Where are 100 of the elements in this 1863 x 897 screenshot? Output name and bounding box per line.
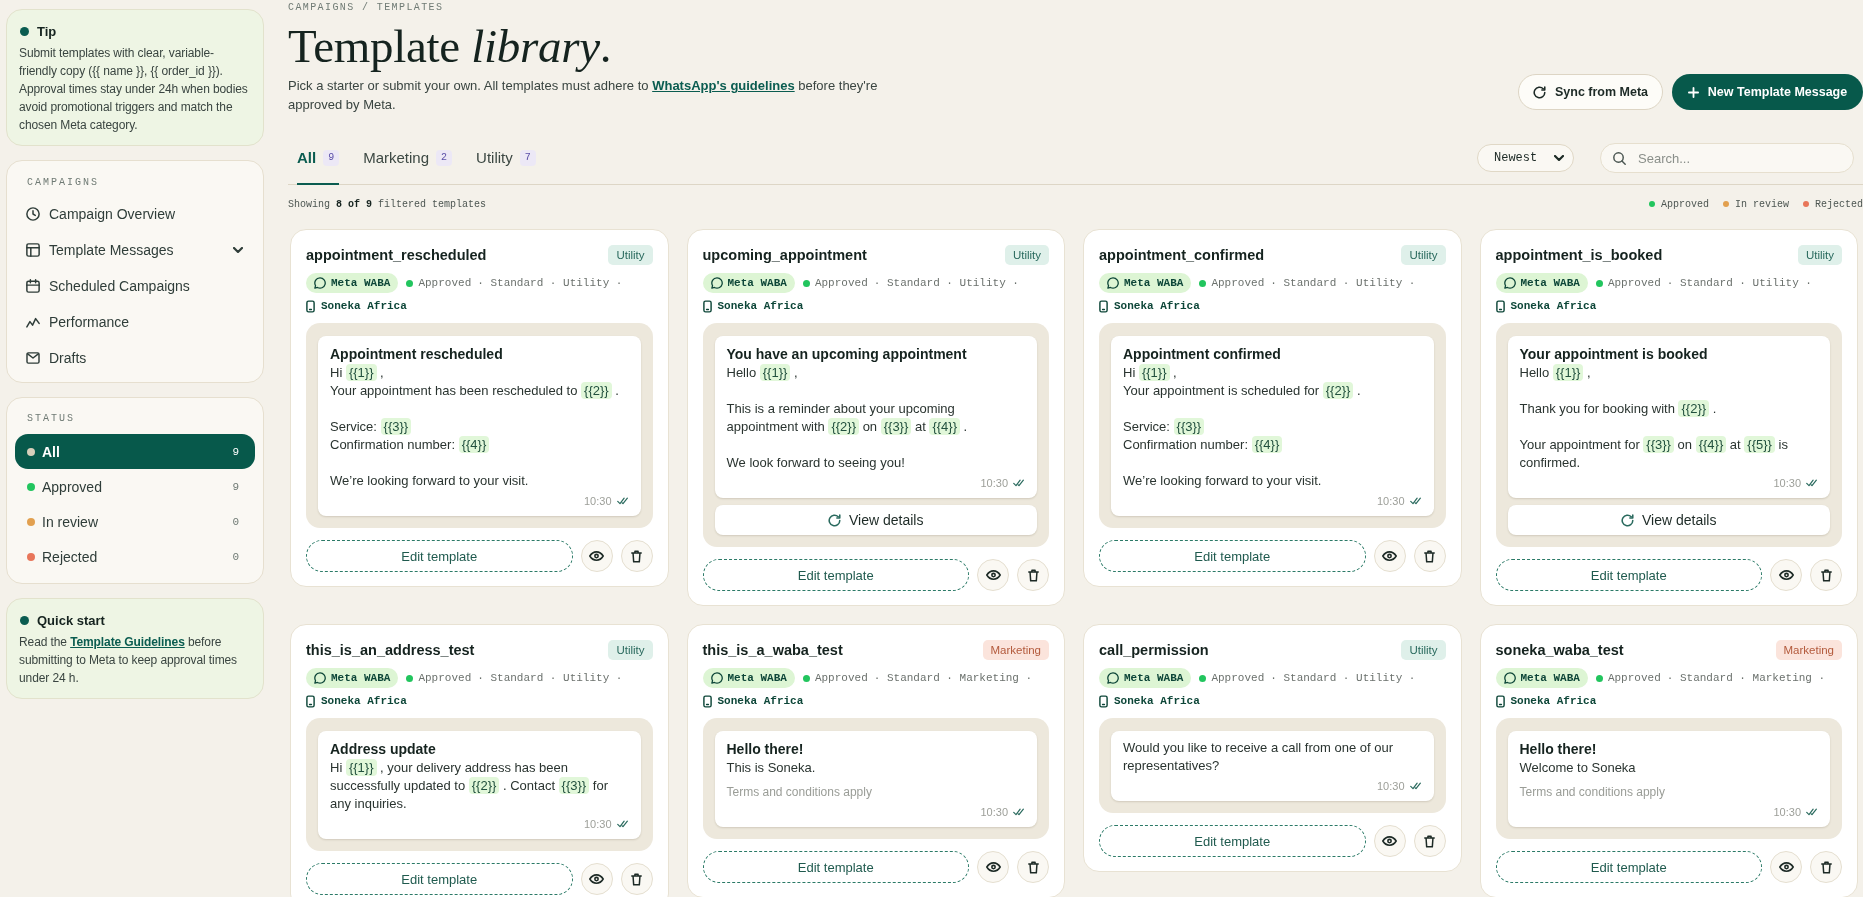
guidelines-link[interactable]: WhatsApp's guidelines [652, 78, 795, 93]
variable-chip: {{1}} [1552, 364, 1584, 381]
message-header: Your appointment is booked [1519, 345, 1709, 364]
variable-chip: {{4}} [1695, 436, 1727, 453]
delete-button[interactable] [1017, 559, 1049, 591]
message-text: Service: {{3}} [330, 418, 629, 436]
status-filter[interactable]: Approved 9 [15, 469, 255, 504]
nav-item[interactable]: Scheduled Campaigns [7, 268, 263, 304]
sync-button[interactable]: Sync from Meta [1518, 74, 1663, 110]
search-field[interactable]: Search... [1600, 143, 1854, 173]
new-template-button[interactable]: New Template Message [1672, 74, 1863, 110]
preview-button[interactable] [580, 540, 613, 572]
nav-item[interactable]: Template Messages [7, 232, 263, 268]
delete-button[interactable] [1810, 559, 1842, 591]
message-footer: Terms and conditions apply [726, 783, 1025, 801]
view-details-button[interactable]: View details [1507, 505, 1830, 535]
status-label: Approved [1607, 672, 1661, 684]
category-tag: Marketing [982, 640, 1049, 660]
template-details: · Standard · Utility · [873, 277, 1019, 289]
legend-label: Approved [1660, 198, 1709, 210]
tab[interactable]: All 9 [297, 132, 340, 185]
nav-item[interactable]: Drafts [7, 340, 263, 376]
category-tag: Utility [608, 640, 653, 660]
channel-name: Meta WABA [1124, 277, 1184, 289]
status-filter[interactable]: Rejected 0 [15, 539, 255, 574]
template-name: appointment_is_booked [1495, 247, 1663, 263]
tab[interactable]: Marketing 2 [363, 132, 453, 185]
delete-button[interactable] [620, 540, 653, 572]
delete-button[interactable] [1810, 851, 1842, 883]
delete-button[interactable] [1413, 825, 1446, 857]
message-text: We’re looking forward to your visit. [330, 472, 530, 490]
status-count: 9 [232, 480, 239, 493]
double-check-icon [616, 820, 629, 828]
status-label: Approved [418, 277, 472, 289]
nav-item[interactable]: Performance [7, 304, 263, 340]
section-heading: CAMPAIGNS [26, 178, 100, 188]
trash-icon [631, 549, 642, 563]
delete-button[interactable] [1413, 540, 1446, 572]
double-check-icon [1013, 479, 1025, 487]
status-label: Approved [1211, 277, 1265, 289]
eye-icon [985, 570, 1001, 580]
template-details: · Standard · Utility · [1270, 277, 1416, 289]
view-details-button[interactable]: View details [714, 505, 1037, 535]
chat-bubble-icon [710, 672, 723, 684]
delete-button[interactable] [620, 863, 653, 895]
trash-icon [1424, 549, 1435, 563]
message-text: This is Soneka. [726, 759, 817, 777]
status-count: 0 [232, 515, 239, 528]
preview-button[interactable] [977, 559, 1009, 591]
trash-icon [631, 872, 642, 886]
line-chart-icon [26, 316, 40, 328]
message-text: Confirmation number: {{4}} [330, 436, 629, 454]
message-text: This is a reminder about your upcoming appointment with {{2}} on {{3}} at {{4}} . [726, 400, 969, 436]
sort-select[interactable]: Newest [1477, 144, 1574, 172]
legend-label: Rejected [1815, 198, 1863, 210]
account-name: Soneka Africa [321, 695, 407, 707]
legend-label: In review [1734, 198, 1789, 210]
results-summary: Showing 8 of 9 filtered templates [288, 198, 487, 210]
account-name: Soneka Africa [1510, 695, 1597, 707]
status-count: 0 [232, 550, 239, 563]
account-name: Soneka Africa [1510, 300, 1597, 312]
message-header: Hello there! [726, 740, 805, 759]
preview-button[interactable] [1770, 851, 1802, 883]
tab[interactable]: Utility 7 [476, 132, 536, 185]
message-time: 10:30 [583, 495, 612, 507]
tip-title: Tip [37, 23, 57, 39]
message-text: Your appointment has been rescheduled to {{2}} . [330, 382, 620, 400]
preview-button[interactable] [1373, 540, 1406, 572]
quick-start-text: Read the Template Guidelines before submitting to Meta to keep approval times under 24 h. [19, 634, 238, 687]
preview-button[interactable] [977, 851, 1009, 883]
preview-button[interactable] [580, 863, 613, 895]
template-details: · Standard · Marketing · [1666, 672, 1826, 684]
account-name: Soneka Africa [1114, 695, 1200, 707]
preview-button[interactable] [1373, 825, 1406, 857]
eye-icon [1778, 862, 1794, 872]
template-details: · Standard · Utility · [477, 277, 623, 289]
chevron-down-icon [233, 247, 243, 253]
page-title: Template library. [288, 19, 613, 73]
eye-icon [1382, 836, 1397, 846]
channel-name: Meta WABA [1520, 672, 1580, 684]
preview-button[interactable] [1770, 559, 1802, 591]
nav-item[interactable]: Campaign Overview [7, 196, 263, 232]
message-text: Welcome to Soneka [1519, 759, 1637, 777]
channel-name: Meta WABA [1520, 277, 1580, 289]
guidelines-link[interactable]: Template Guidelines [70, 635, 185, 649]
chevron-down-icon [1554, 155, 1564, 161]
chat-bubble-icon [1107, 672, 1119, 684]
delete-button[interactable] [1017, 851, 1049, 883]
breadcrumb: CAMPAIGNS / TEMPLATES [288, 1, 445, 15]
message-text: Your appointment is scheduled for {{2}} . [1123, 382, 1362, 400]
refresh-icon [1532, 85, 1546, 99]
status-filter[interactable]: In review 0 [15, 504, 255, 539]
status-filter[interactable]: All 9 [15, 434, 255, 469]
message-header: Address update [330, 740, 437, 759]
status-count: 9 [232, 445, 239, 458]
message-text: Thank you for booking with {{2}} . [1519, 400, 1718, 418]
message-text: Confirmation number: {{4}} [1123, 436, 1422, 454]
phone-icon [702, 299, 712, 313]
category-tag: Utility [1004, 245, 1049, 265]
double-check-icon [1409, 497, 1422, 505]
